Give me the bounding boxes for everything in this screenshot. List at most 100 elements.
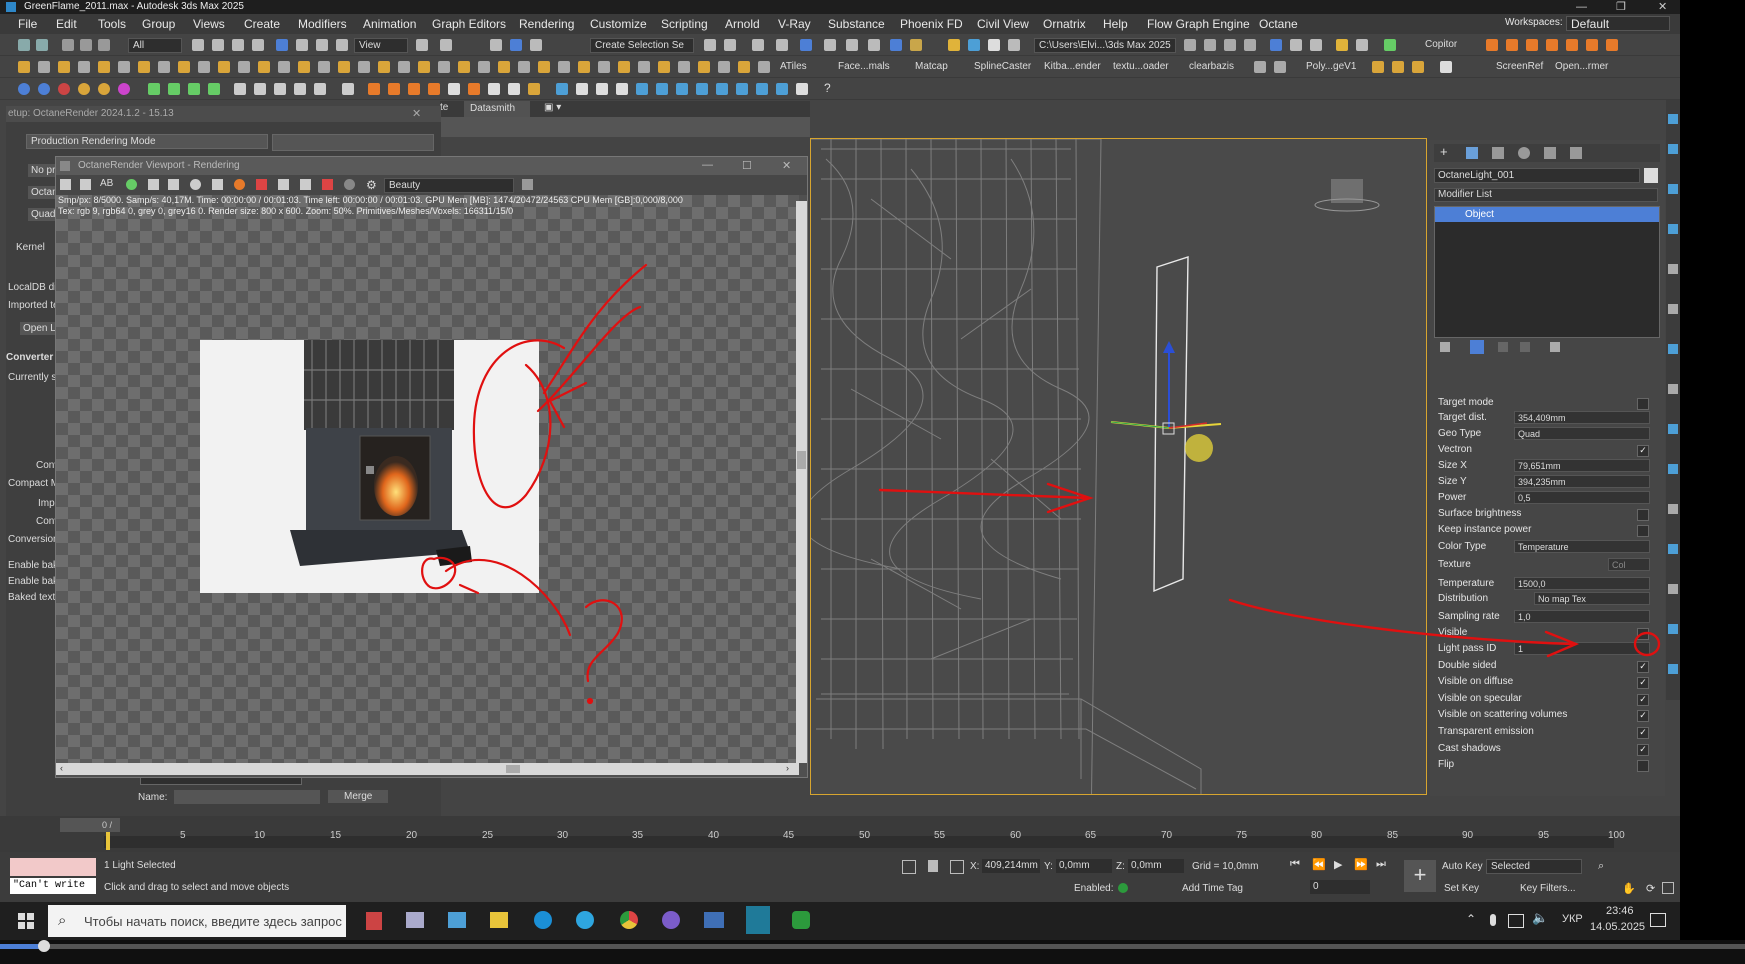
menu-substance[interactable]: Substance <box>828 17 885 31</box>
remove-modifier-icon[interactable] <box>1520 342 1530 352</box>
3dsmax-taskbar-icon[interactable] <box>746 906 770 934</box>
menu-arnold[interactable]: Arnold <box>725 17 760 31</box>
clock-date[interactable]: 14.05.2025 <box>1590 921 1645 933</box>
save-render-icon[interactable] <box>60 179 71 190</box>
utilities-tab-icon[interactable] <box>1570 147 1582 159</box>
taskbar-app-4[interactable] <box>704 912 724 928</box>
tool-icon-33[interactable] <box>658 61 670 73</box>
menu-group[interactable]: Group <box>142 17 175 31</box>
param-checkbox[interactable] <box>1637 525 1649 537</box>
param-dropdown[interactable]: Quad <box>1514 427 1650 440</box>
menu-ornatrix[interactable]: Ornatrix <box>1043 17 1086 31</box>
tool-icon-10[interactable] <box>198 61 210 73</box>
menu-vray[interactable]: V-Ray <box>778 17 811 31</box>
param-checkbox[interactable]: ✓ <box>1637 710 1649 722</box>
display-icon[interactable] <box>278 179 289 190</box>
fire-icon-7[interactable] <box>488 83 500 95</box>
render-maximize[interactable]: ☐ <box>742 159 752 172</box>
teapot-icon[interactable] <box>968 39 980 51</box>
record-icon[interactable] <box>322 179 333 190</box>
script-clearbazis[interactable]: clearbazis <box>1189 61 1234 72</box>
menu-modifiers[interactable]: Modifiers <box>298 17 347 31</box>
selection-filter-dropdown[interactable]: All <box>128 38 182 53</box>
tool-icon-42[interactable] <box>1392 61 1404 73</box>
key-filters-button[interactable]: Key Filters... <box>1520 883 1576 894</box>
enabled-toggle[interactable] <box>1118 883 1128 893</box>
param-spinner[interactable]: 394,235mm <box>1514 475 1650 488</box>
tool-icon-7[interactable] <box>138 61 150 73</box>
param-checkbox[interactable] <box>1637 398 1649 410</box>
chrome-icon[interactable] <box>620 911 638 929</box>
tool-icon-32[interactable] <box>638 61 650 73</box>
prev-frame-icon[interactable]: ⏪ <box>1312 858 1326 871</box>
folder4-icon[interactable] <box>1244 39 1256 51</box>
orbit-icon[interactable]: ⟳ <box>1646 882 1655 895</box>
y-coord-field[interactable]: 0,0mm <box>1056 859 1112 873</box>
angle-snap-icon[interactable] <box>490 39 502 51</box>
tool-icon-4[interactable] <box>78 61 90 73</box>
water-icon-1[interactable] <box>556 83 568 95</box>
param-dropdown[interactable]: Temperature <box>1514 540 1650 553</box>
tool-icon-16[interactable] <box>318 61 330 73</box>
tool-icon-37[interactable] <box>738 61 750 73</box>
kernel-tab[interactable]: Kernel <box>16 242 45 253</box>
spin-icon[interactable] <box>1310 39 1322 51</box>
script-screenref[interactable]: ScreenRef <box>1496 61 1543 72</box>
play-icon[interactable] <box>234 83 246 95</box>
param-spinner[interactable]: 1 <box>1514 642 1650 655</box>
plugin-icon-6[interactable] <box>1586 39 1598 51</box>
tab-te[interactable]: te <box>440 102 448 113</box>
menu-flow-graph[interactable]: Flow Graph Engine <box>1147 17 1250 31</box>
menu-scripting[interactable]: Scripting <box>661 17 708 31</box>
modify-tab-icon[interactable] <box>1466 147 1478 159</box>
water-icon-11[interactable] <box>756 83 768 95</box>
param-checkbox[interactable] <box>1637 628 1649 640</box>
settings-icon-1[interactable] <box>256 179 267 190</box>
hierarchy-tab-icon[interactable] <box>1492 147 1504 159</box>
octane-icon-5[interactable] <box>98 83 110 95</box>
tool-icon-24[interactable] <box>478 61 490 73</box>
vtool-icon-7[interactable] <box>1668 344 1678 354</box>
create-tab-icon[interactable]: + <box>1440 144 1448 159</box>
tool-icon-26[interactable] <box>518 61 530 73</box>
stop-icon[interactable] <box>274 83 286 95</box>
next-frame-icon[interactable]: ⏩ <box>1354 858 1368 871</box>
display-tab-icon[interactable] <box>1544 147 1556 159</box>
param-spinner[interactable]: 0,5 <box>1514 491 1650 504</box>
tool-icon-20[interactable] <box>398 61 410 73</box>
schematic-icon[interactable] <box>824 39 836 51</box>
percent-snap-icon[interactable] <box>510 39 522 51</box>
vtool-icon-4[interactable] <box>1668 224 1678 234</box>
tool-icon-21[interactable] <box>418 61 430 73</box>
fire-icon-8[interactable] <box>508 83 520 95</box>
render-hscrollbar[interactable]: ‹ › <box>56 763 799 775</box>
render-setup-icon[interactable] <box>868 39 880 51</box>
octane-icon-1[interactable] <box>18 83 30 95</box>
plugin-icon-3[interactable] <box>1526 39 1538 51</box>
tab-datasmith[interactable]: Datasmith <box>464 101 530 117</box>
help-icon[interactable]: ? <box>824 81 831 95</box>
octane-icon-10[interactable] <box>208 83 220 95</box>
vtool-icon-2[interactable] <box>1668 144 1678 154</box>
tool-icon-11[interactable] <box>218 61 230 73</box>
x-coord-field[interactable]: 409,214mm <box>982 859 1040 873</box>
region-icon[interactable] <box>212 179 223 190</box>
show-end-icon[interactable] <box>1470 340 1484 354</box>
ref-coord-dropdown[interactable]: View <box>354 38 408 53</box>
menu-create[interactable]: Create <box>244 17 280 31</box>
vtool-icon-3[interactable] <box>1668 184 1678 194</box>
plugin-icon-7[interactable] <box>1606 39 1618 51</box>
script-face-mals[interactable]: Face...mals <box>838 61 890 72</box>
param-spinner[interactable]: 354,409mm <box>1514 411 1650 424</box>
tool-icon-13[interactable] <box>258 61 270 73</box>
bind-icon[interactable] <box>98 39 110 51</box>
taskbar-app-3[interactable] <box>448 912 466 928</box>
import-button[interactable]: Imp <box>38 498 55 509</box>
folder-icon[interactable] <box>1184 39 1196 51</box>
window-crossing-icon[interactable] <box>252 39 264 51</box>
modifier-list-dropdown[interactable]: Modifier List <box>1434 188 1658 202</box>
menu-file[interactable]: File <box>18 17 37 31</box>
menu-civil-view[interactable]: Civil View <box>977 17 1029 31</box>
plugin-icon-5[interactable] <box>1566 39 1578 51</box>
menu-animation[interactable]: Animation <box>363 17 416 31</box>
